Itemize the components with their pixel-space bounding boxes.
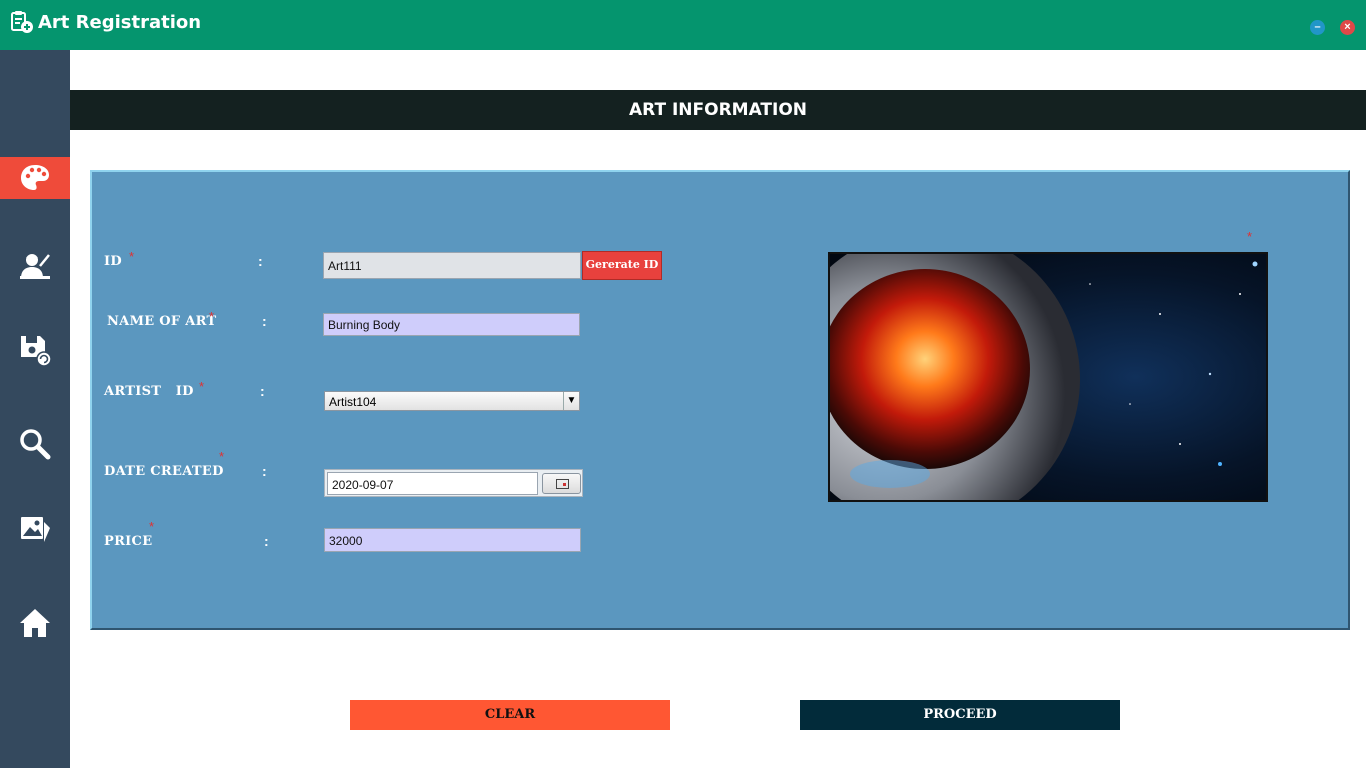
generate-id-button[interactable]: Gererate ID — [582, 251, 662, 280]
sidebar-item-search[interactable] — [0, 423, 70, 465]
date-created-label: DATE CREATED — [104, 464, 224, 479]
home-icon — [20, 609, 50, 637]
image-icon — [21, 517, 50, 542]
required-mark: * — [199, 379, 205, 394]
colon: : — [262, 313, 267, 329]
sidebar — [0, 50, 70, 768]
close-button[interactable]: × — [1340, 20, 1355, 35]
price-label: PRICE — [104, 534, 153, 549]
artist-id-select[interactable]: Artist104 ▼ — [324, 391, 580, 411]
app-title: Art Registration — [38, 12, 202, 33]
required-mark: * — [129, 249, 135, 264]
planet-artwork — [830, 254, 1266, 500]
minimize-button[interactable]: – — [1310, 20, 1325, 35]
artist-icon — [20, 254, 50, 279]
date-picker: 2020-09-07 — [324, 469, 583, 497]
sidebar-item-artist[interactable] — [0, 244, 70, 286]
art-image[interactable] — [828, 252, 1268, 502]
sidebar-item-gallery[interactable] — [0, 508, 70, 550]
artist-id-selected: Artist104 — [329, 395, 377, 409]
title-bar: Art Registration – × — [0, 0, 1366, 50]
artist-id-label: ARTIST ID — [104, 384, 194, 399]
colon: : — [264, 533, 269, 549]
clipboard-add-icon — [11, 11, 33, 33]
colon: : — [258, 253, 263, 269]
colon: : — [262, 463, 267, 479]
proceed-button[interactable]: PROCEED — [800, 700, 1120, 730]
colon: : — [260, 383, 265, 399]
required-mark: * — [209, 309, 215, 324]
clear-button[interactable]: CLEAR — [350, 700, 670, 730]
sidebar-item-home[interactable] — [0, 602, 70, 644]
required-mark: * — [149, 519, 155, 534]
palette-icon — [21, 165, 49, 190]
sidebar-item-art[interactable] — [0, 157, 70, 199]
id-label: ID — [104, 254, 122, 269]
sidebar-item-save[interactable] — [0, 329, 70, 371]
page-title: ART INFORMATION — [70, 90, 1366, 130]
required-mark: * — [219, 449, 225, 464]
name-of-art-label: NAME OF ART — [107, 314, 217, 329]
name-of-art-field[interactable]: Burning Body — [323, 313, 580, 336]
calendar-icon — [556, 479, 569, 489]
id-field[interactable]: Art111 — [323, 252, 581, 279]
search-icon — [20, 429, 51, 460]
calendar-button[interactable] — [542, 473, 581, 494]
save-refresh-icon — [21, 336, 52, 367]
chevron-down-icon[interactable]: ▼ — [563, 392, 579, 410]
price-field[interactable]: 32000 — [324, 528, 581, 552]
date-field[interactable]: 2020-09-07 — [327, 472, 538, 495]
required-mark: * — [1247, 229, 1253, 244]
